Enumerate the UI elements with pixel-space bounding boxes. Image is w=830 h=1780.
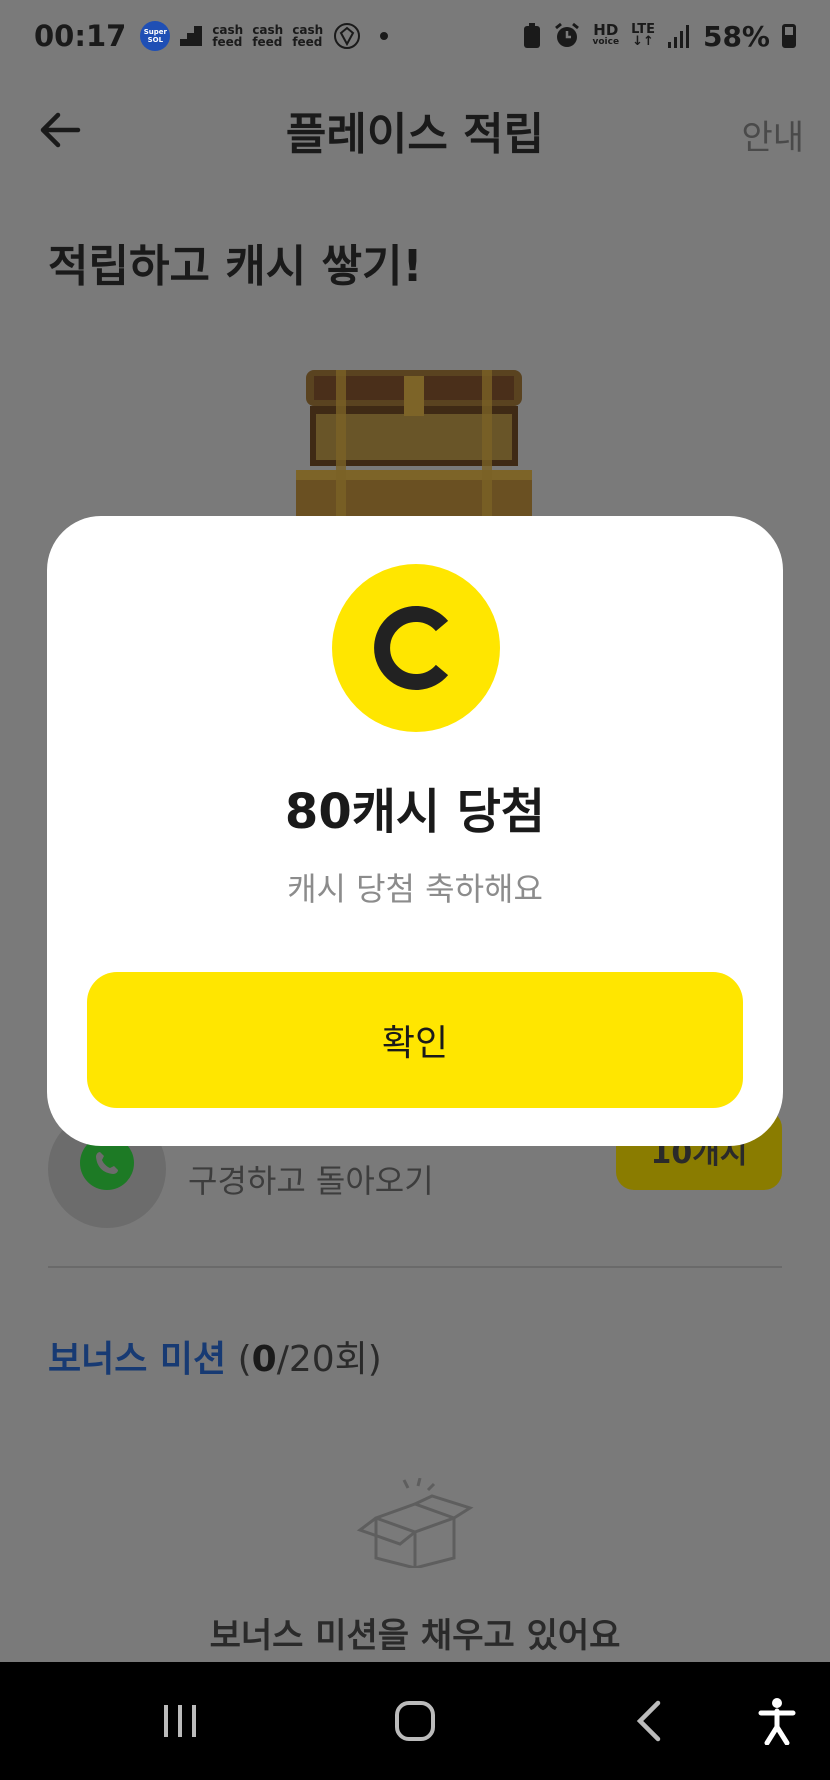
- notification-icons: Super SOL cash feed cash feed cash feed: [140, 21, 389, 51]
- battery-icon: [782, 24, 796, 48]
- battery-percent: 58%: [702, 19, 770, 53]
- app-header: 플레이스 적립 안내: [0, 80, 830, 180]
- more-notifications-dot: [380, 32, 389, 40]
- gem-icon: [334, 23, 361, 49]
- confirm-button[interactable]: 확인: [87, 972, 743, 1108]
- cashfeed-icon: cash feed: [252, 23, 284, 49]
- stairs-icon: [180, 26, 203, 46]
- sol-badge-text: Super SOL: [143, 28, 167, 44]
- divider: [48, 1266, 782, 1268]
- status-time: 00:17: [34, 19, 127, 53]
- bonus-mission-title: 보너스 미션: [48, 1339, 227, 1380]
- hd-voice-icon: HD voice: [592, 21, 620, 48]
- accessibility-icon[interactable]: [752, 1686, 802, 1756]
- reward-dialog: 80캐시 당첨 캐시 당첨 축하해요 확인: [47, 516, 783, 1146]
- guide-link[interactable]: 안내: [741, 110, 804, 159]
- back-arrow-icon[interactable]: [36, 106, 84, 154]
- back-button[interactable]: [620, 1686, 680, 1756]
- signal-icon: [667, 25, 689, 48]
- battery-saver-icon: [523, 23, 540, 48]
- dialog-title: 80캐시 당첨: [284, 784, 546, 840]
- voice-label: voice: [592, 37, 620, 47]
- cash-coin-icon: [332, 564, 500, 732]
- page-title: 플레이스 적립: [285, 109, 545, 160]
- cashfeed-icon: cash feed: [212, 23, 244, 49]
- home-button[interactable]: [380, 1686, 450, 1756]
- system-status: HD voice LTE ↓↑ 58%: [523, 0, 796, 72]
- bonus-empty-text: 보너스 미션을 채우고 있어요: [209, 1616, 621, 1656]
- bonus-mission-count: (0/20회): [237, 1339, 382, 1380]
- treasure-chest-icon: [296, 370, 532, 530]
- bonus-count-current: 0: [251, 1339, 277, 1380]
- hd-label: HD: [593, 21, 619, 39]
- mission-description: 구경하고 돌아오기: [188, 1162, 434, 1200]
- status-bar: 00:17 Super SOL cash feed cash feed cash…: [0, 0, 830, 72]
- system-navigation-bar: [0, 1662, 830, 1780]
- sol-app-icon: Super SOL: [140, 21, 171, 51]
- cashfeed-icon: cash feed: [292, 23, 324, 49]
- hero-title: 적립하고 캐시 쌓기!: [48, 241, 423, 292]
- dialog-subtitle: 캐시 당첨 축하해요: [287, 870, 543, 908]
- bonus-mission-header: 보너스 미션 (0/20회): [48, 1330, 382, 1382]
- alarm-icon: [554, 22, 579, 47]
- recent-apps-button[interactable]: [150, 1686, 210, 1756]
- lte-icon: LTE ↓↑: [631, 22, 655, 49]
- empty-box-icon: [356, 1478, 474, 1568]
